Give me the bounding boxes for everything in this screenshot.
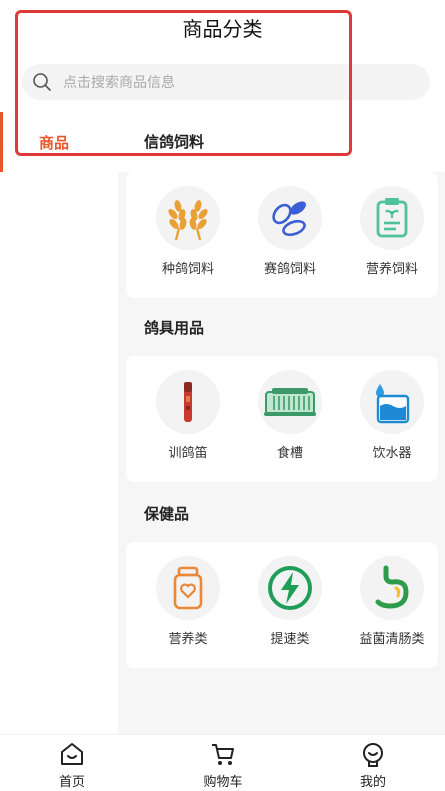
category-item-label: 益菌清肠类 [359,632,425,647]
section-card-supplies: 训鸽笛 食槽 饮水器 [126,356,438,482]
cart-icon [210,741,236,767]
category-item-whistle[interactable]: 训鸽笛 [136,370,236,470]
feeding-trough-icon [258,370,322,434]
selected-indicator [0,112,3,172]
tab-label: 购物车 [203,775,243,790]
search-icon [32,72,52,92]
category-item-label: 营养饲料 [365,262,418,277]
nutrition-clipboard-icon [360,186,424,250]
sidebar-item-label: 商品 [38,133,69,152]
category-item-label: 赛鸽饲料 [263,262,316,277]
category-item-racing-feed[interactable]: 赛鸽饲料 [238,186,338,286]
section-card-health: 营养类 提速类 益菌清肠类 [126,542,438,668]
supplement-jar-icon [156,556,220,620]
profile-icon [360,741,386,767]
home-icon [59,741,85,767]
category-content: 信鸽饲料 种鸽饲料 赛鸽饲料 营养饲料 鸽具用品 训鸽笛 食槽 饮水器 保健品 … [118,112,445,734]
whistle-icon [156,370,220,434]
category-item-label: 种鸽饲料 [161,262,214,277]
page-title: 商品分类 [182,17,263,41]
tab-home[interactable]: 首页 [32,741,112,790]
search-placeholder: 点击搜索商品信息 [63,75,175,91]
category-item-nutrition-feed[interactable]: 营养饲料 [340,186,440,286]
category-item-drinker[interactable]: 饮水器 [340,370,440,470]
sidebar-item-goods[interactable]: 商品 [0,112,118,172]
category-item-label: 饮水器 [372,446,412,461]
section-title: 保健品 [144,505,190,523]
category-item-breeding-feed[interactable]: 种鸽饲料 [136,186,236,286]
wheat-icon [156,186,220,250]
tab-label: 首页 [58,775,85,790]
bottom-tabbar: 首页 购物车 我的 [0,734,445,791]
category-item-label: 提速类 [270,632,310,647]
speed-boost-icon [258,556,322,620]
tab-profile[interactable]: 我的 [333,741,413,790]
category-item-label: 食槽 [276,446,303,461]
water-drinker-icon [360,370,424,434]
tab-cart[interactable]: 购物车 [183,741,263,790]
section-title: 信鸽饲料 [144,133,205,151]
category-sidebar: 商品 [0,112,118,734]
search-bar[interactable]: 点击搜索商品信息 [22,64,430,100]
category-item-gut-health[interactable]: 益菌清肠类 [340,556,440,656]
category-item-speed[interactable]: 提速类 [238,556,338,656]
category-item-label: 营养类 [168,632,208,647]
tab-label: 我的 [359,775,386,790]
stomach-icon [360,556,424,620]
header: 商品分类 点击搜索商品信息 [0,0,445,112]
category-item-supplements[interactable]: 营养类 [136,556,236,656]
category-item-label: 训鸽笛 [168,446,208,461]
section-card-feed: 种鸽饲料 赛鸽饲料 营养饲料 [126,172,438,298]
category-item-trough[interactable]: 食槽 [238,370,338,470]
seeds-icon [258,186,322,250]
section-title: 鸽具用品 [144,319,205,337]
